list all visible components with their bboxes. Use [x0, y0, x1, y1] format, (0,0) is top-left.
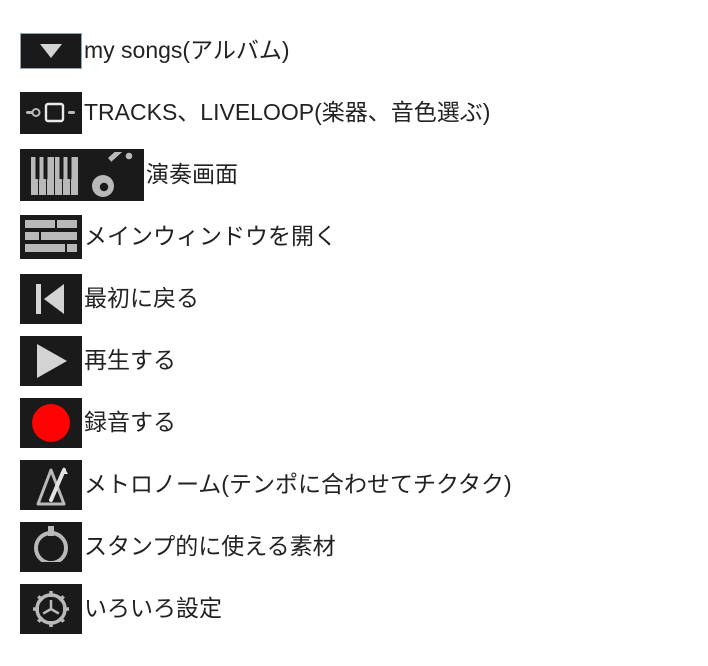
item-label: メインウィンドウを開く: [84, 222, 688, 252]
piano-guitar-icon: [20, 149, 144, 201]
tracks-icon: [20, 92, 82, 134]
item-label: 最初に戻る: [84, 284, 688, 314]
item-label: スタンプ的に使える素材: [84, 532, 688, 562]
loop-ring-icon: [20, 522, 82, 572]
item-label: メトロノーム(テンポに合わせてチクタク): [84, 470, 688, 500]
list-item: いろいろ設定: [20, 578, 688, 640]
list-item: メトロノーム(テンポに合わせてチクタク): [20, 454, 688, 516]
gear-icon: [20, 584, 82, 634]
list-item: my songs(アルバム): [20, 20, 688, 82]
record-icon: [20, 398, 82, 448]
list-item: スタンプ的に使える素材: [20, 516, 688, 578]
metronome-icon: [20, 460, 82, 510]
segments-icon: [20, 215, 82, 259]
list-item: 再生する: [20, 330, 688, 392]
item-label: 演奏画面: [146, 160, 688, 190]
list-item: 演奏画面: [20, 144, 688, 206]
skip-start-icon: [20, 274, 82, 324]
item-label: いろいろ設定: [84, 594, 688, 624]
list-item: 録音する: [20, 392, 688, 454]
item-label: 録音する: [84, 408, 688, 438]
play-icon: [20, 336, 82, 386]
item-label: 再生する: [84, 346, 688, 376]
list-item: メインウィンドウを開く: [20, 206, 688, 268]
list-item: 最初に戻る: [20, 268, 688, 330]
item-label: my songs(アルバム): [84, 36, 688, 66]
down-triangle-icon: [20, 33, 82, 69]
icon-legend-list: my songs(アルバム) TRACKS、LIVELOOP(楽器、音色選ぶ): [20, 20, 688, 640]
item-label: TRACKS、LIVELOOP(楽器、音色選ぶ): [84, 98, 688, 128]
list-item: TRACKS、LIVELOOP(楽器、音色選ぶ): [20, 82, 688, 144]
